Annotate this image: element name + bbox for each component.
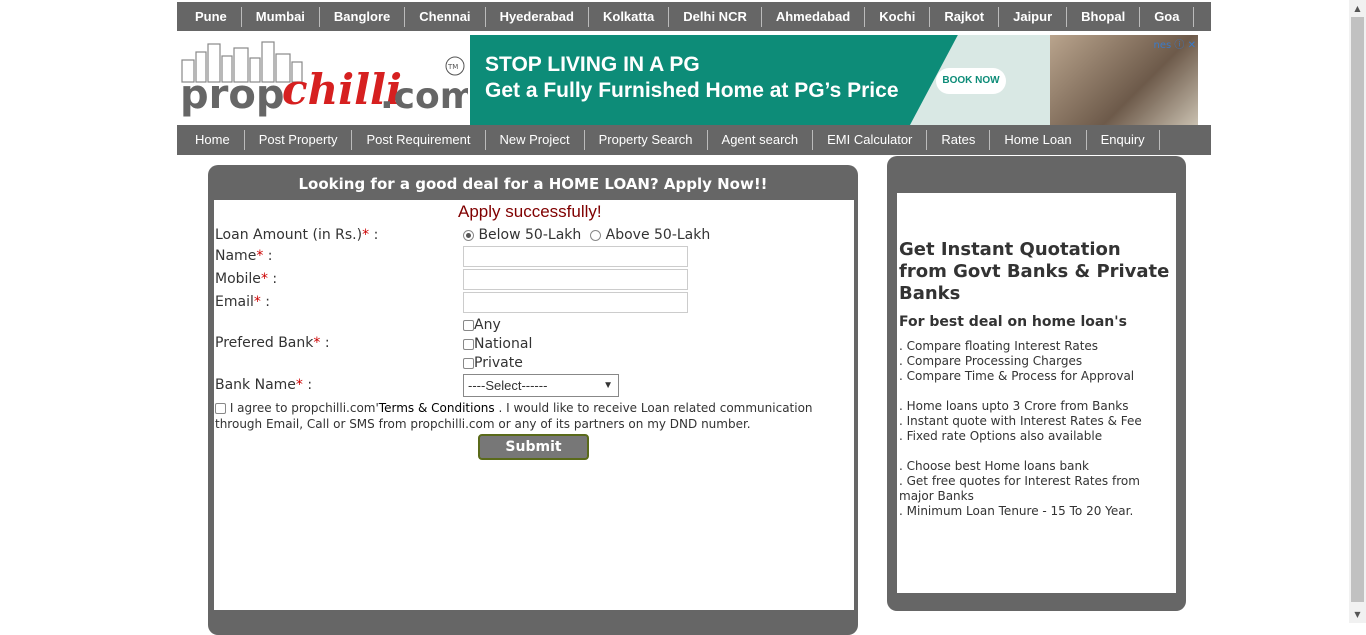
mobile-label: Mobile* : [215, 271, 278, 287]
bank-private-checkbox[interactable] [463, 357, 474, 369]
ad-banner[interactable]: STOP LIVING IN A PG Get a Fully Furnishe… [470, 35, 1198, 125]
ad-subline: Get a Fully Furnished Home at PG’s Price [485, 79, 899, 102]
success-message: Apply successfully! [458, 202, 602, 221]
loan-amount-label: Loan Amount (in Rs.)* : [215, 227, 379, 243]
city-link-rajkot[interactable]: Rajkot [930, 6, 1000, 27]
radio-below-label: Below 50-Lakh [478, 227, 582, 243]
city-link-banglore[interactable]: Banglore [320, 6, 406, 27]
loan-form: Apply successfully! Loan Amount (in Rs.)… [214, 200, 854, 610]
bank-any-checkbox[interactable] [463, 319, 474, 331]
bank-name-select[interactable]: ----Select------ ▼ [463, 374, 619, 397]
nav-property-search[interactable]: Property Search [585, 130, 708, 150]
city-link-mumbai[interactable]: Mumbai [242, 6, 320, 27]
nav-emi-calculator[interactable]: EMI Calculator [813, 130, 928, 150]
feature-item: . Instant quote with Interest Rates & Fe… [899, 414, 1142, 428]
city-link-hyederabad[interactable]: Hyederabad [486, 6, 589, 27]
radio-above-50-lakh[interactable] [590, 229, 602, 241]
nav-post-property[interactable]: Post Property [245, 130, 353, 150]
feature-item: . Compare floating Interest Rates [899, 339, 1099, 353]
ad-info-icon[interactable]: nes ⓘ ✕ [1154, 36, 1196, 51]
dropdown-arrow-icon: ▼ [603, 380, 613, 391]
svg-text:.com: .com [380, 76, 468, 117]
city-bar: Pune Mumbai Banglore Chennai Hyederabad … [177, 2, 1211, 31]
info-content: Get Instant Quotation from Govt Banks & … [897, 193, 1176, 593]
sidebar-subtitle: For best deal on home loan's [899, 314, 1127, 330]
city-link-ahmedabad[interactable]: Ahmedabad [762, 6, 866, 27]
bank-national-checkbox[interactable] [463, 338, 474, 350]
terms-link[interactable]: Terms & Conditions [379, 401, 495, 415]
scroll-up-icon[interactable]: ▲ [1349, 0, 1366, 17]
info-sidebar: Get Instant Quotation from Govt Banks & … [887, 156, 1186, 611]
city-link-kochi[interactable]: Kochi [865, 6, 931, 27]
site-logo[interactable]: prop chilli .com TM [178, 38, 477, 118]
email-input[interactable] [463, 292, 688, 313]
city-link-chennai[interactable]: Chennai [405, 6, 486, 27]
agree-checkbox[interactable] [215, 403, 226, 414]
city-link-kolkatta[interactable]: Kolkatta [589, 6, 670, 27]
feature-item: . Get free quotes for Interest Rates fro… [899, 474, 1140, 503]
feature-item: . Minimum Loan Tenure - 15 To 20 Year. [899, 504, 1134, 518]
page-scrollbar[interactable]: ▲ ▼ [1349, 0, 1366, 623]
ad-headline: STOP LIVING IN A PG [485, 53, 700, 76]
bank-name-label: Bank Name* : [215, 377, 313, 393]
svg-text:TM: TM [447, 63, 458, 71]
nav-rates[interactable]: Rates [927, 130, 991, 150]
city-link-bhopal[interactable]: Bhopal [1067, 6, 1141, 27]
nav-home-loan[interactable]: Home Loan [990, 130, 1087, 150]
main-nav: Home Post Property Post Requirement New … [177, 125, 1211, 155]
feature-item: . Compare Processing Charges [899, 354, 1083, 368]
mobile-input[interactable] [463, 269, 688, 290]
nav-new-project[interactable]: New Project [486, 130, 585, 150]
feature-item: . Compare Time & Process for Approval [899, 369, 1135, 383]
sidebar-title: Get Instant Quotation from Govt Banks & … [899, 239, 1170, 304]
feature-item: . Fixed rate Options also available [899, 429, 1103, 443]
name-label: Name* : [215, 248, 273, 264]
city-link-delhi-ncr[interactable]: Delhi NCR [669, 6, 762, 27]
name-input[interactable] [463, 246, 688, 267]
agree-text: I agree to propchilli.com'Terms & Condit… [215, 401, 813, 431]
svg-text:prop: prop [180, 72, 284, 118]
city-link-jaipur[interactable]: Jaipur [999, 6, 1068, 27]
ad-book-now-button[interactable]: BOOK NOW [936, 68, 1006, 94]
city-link-pune[interactable]: Pune [181, 6, 242, 27]
submit-details-button[interactable]: Submit Details [478, 434, 589, 477]
feature-item: . Choose best Home loans bank [899, 459, 1089, 473]
loan-form-panel: Looking for a good deal for a HOME LOAN?… [208, 165, 858, 635]
nav-post-requirement[interactable]: Post Requirement [352, 130, 486, 150]
nav-enquiry[interactable]: Enquiry [1087, 130, 1160, 150]
nav-agent-search[interactable]: Agent search [708, 130, 814, 150]
skyline-icon: prop chilli .com TM [180, 41, 477, 118]
radio-above-label: Above 50-Lakh [605, 227, 711, 243]
prefered-bank-label: Prefered Bank* : [215, 335, 330, 351]
form-heading: Looking for a good deal for a HOME LOAN?… [298, 175, 768, 193]
nav-home[interactable]: Home [181, 130, 245, 150]
email-label: Email* : [215, 294, 271, 310]
radio-below-50-lakh[interactable] [463, 229, 474, 241]
feature-item: . Home loans upto 3 Crore from Banks [899, 399, 1129, 413]
city-link-goa[interactable]: Goa [1140, 6, 1195, 27]
scroll-thumb[interactable] [1351, 17, 1364, 602]
scroll-down-icon[interactable]: ▼ [1349, 606, 1366, 623]
